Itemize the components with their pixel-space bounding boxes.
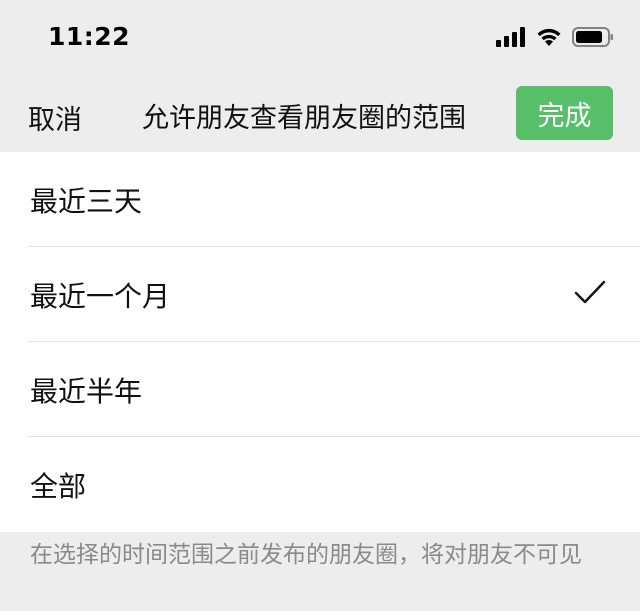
checkmark-icon: [574, 279, 606, 307]
option-item-all[interactable]: 全部: [0, 437, 640, 532]
battery-icon: [572, 26, 614, 47]
footer-note: 在选择的时间范围之前发布的朋友圈，将对朋友不可见: [30, 542, 582, 568]
cancel-button[interactable]: 取消: [28, 98, 82, 137]
done-button[interactable]: 完成: [516, 86, 613, 140]
status-bar: 11:22: [0, 0, 640, 76]
option-label: 最近一个月: [30, 279, 171, 313]
option-item-last-three-days[interactable]: 最近三天: [0, 152, 640, 247]
signal-bars-icon: [496, 26, 526, 47]
status-time: 11:22: [48, 22, 131, 51]
screen: 11:22 取消 允许朋友查看朋友圈的范围 完成 最近三天 最近一个月 最近半年…: [0, 0, 640, 611]
option-label: 最近三天: [30, 184, 143, 218]
option-label: 全部: [30, 469, 87, 503]
option-item-last-month[interactable]: 最近一个月: [0, 247, 640, 342]
wifi-icon: [535, 26, 563, 47]
option-label: 最近半年: [30, 374, 143, 408]
option-list: 最近三天 最近一个月 最近半年 全部: [0, 152, 640, 532]
page-title: 允许朋友查看朋友圈的范围: [142, 103, 466, 134]
option-item-last-half-year[interactable]: 最近半年: [0, 342, 640, 437]
nav-bar: 取消 允许朋友查看朋友圈的范围 完成: [0, 76, 640, 152]
status-icons: [496, 26, 614, 47]
